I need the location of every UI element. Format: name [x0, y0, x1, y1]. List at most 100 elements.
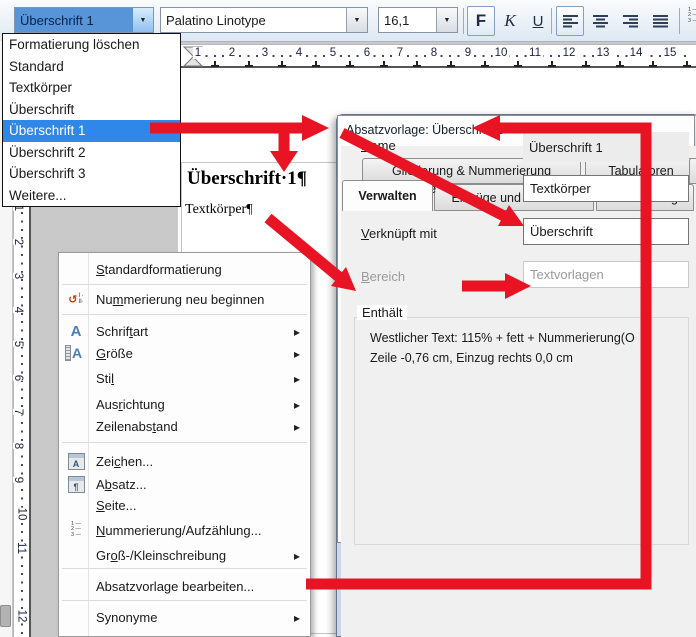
ruler-number: 3 — [260, 47, 270, 59]
tab-stop-marker[interactable] — [649, 60, 657, 67]
menu-separator — [62, 314, 307, 315]
ruler-number: 11 — [527, 47, 543, 59]
underline-button[interactable]: U — [524, 6, 552, 36]
document-body-text[interactable]: Textkörper¶ — [185, 202, 253, 218]
contains-description-line2: Zeile -0,76 cm, Einzug rechts 0,0 cm — [370, 351, 573, 365]
bereich-label: Bereich — [361, 269, 405, 284]
menu-item-synonyme[interactable]: Synonyme — [60, 606, 309, 628]
tab-stop-marker[interactable] — [278, 60, 286, 67]
tab-stop-marker[interactable] — [380, 60, 388, 67]
submenu-arrow-icon — [294, 324, 300, 339]
menu-item-gross-kleinschreibung[interactable]: Groß-/Kleinschreibung — [60, 544, 309, 566]
dialog-title[interactable]: Absatzvorlage: Überschrift 1 — [346, 123, 503, 137]
submenu-arrow-icon — [294, 346, 300, 361]
menu-item-nummerierung-neu-beginnen[interactable]: Nummerierung neu beginnen — [60, 288, 309, 310]
tab-stop-marker[interactable] — [481, 60, 489, 67]
ruler-number: 1 — [193, 47, 203, 59]
style-list-item[interactable]: Überschrift — [3, 99, 180, 121]
italic-button[interactable]: K — [496, 6, 524, 36]
menu-separator — [62, 568, 307, 569]
ruler-number: 6 — [11, 375, 25, 381]
name-field: Überschrift 1 — [523, 132, 689, 162]
numbering-bullets-icon — [65, 520, 87, 540]
menu-item-standardformatierung[interactable]: Standardformatierung — [60, 258, 309, 280]
character-dialog-icon — [65, 451, 87, 471]
align-right-button[interactable] — [616, 6, 644, 36]
style-list-item[interactable]: Überschrift 3 — [3, 163, 180, 185]
tab-verwalten-active[interactable]: Verwalten — [342, 180, 433, 211]
ruler-number: 12 — [561, 47, 578, 59]
verknuepft-mit-field[interactable]: Überschrift — [523, 218, 689, 245]
enthaelt-legend: Enthält — [357, 305, 407, 320]
toolbar-grip[interactable] — [0, 605, 11, 627]
font-size-combobox[interactable]: 16,1 — [378, 7, 458, 33]
style-list-item[interactable]: Formatierung löschen — [3, 34, 180, 56]
paragraph-style-dropdown-list: Formatierung löschen Standard Textkörper… — [2, 33, 181, 207]
name-value: Überschrift 1 — [529, 140, 603, 155]
style-dropdown-arrow-icon[interactable] — [132, 8, 153, 32]
tab-stop-marker[interactable] — [548, 60, 556, 67]
menu-item-ausrichtung[interactable]: Ausrichtung — [60, 393, 309, 415]
tab-stop-marker[interactable] — [245, 60, 253, 67]
font-size-icon — [65, 343, 87, 363]
ruler-number: 5 — [328, 47, 338, 59]
menu-item-nummerierung-aufzaehlung[interactable]: Nummerierung/Aufzählung... — [60, 519, 309, 541]
style-list-item-selected[interactable]: Überschrift 1 — [3, 120, 180, 142]
bereich-field: Textvorlagen — [523, 261, 689, 288]
ruler-number: 4 — [294, 47, 304, 59]
menu-item-zeichen[interactable]: Zeichen... — [60, 450, 309, 472]
name-label: Name — [361, 138, 396, 153]
ruler-number: 14 — [628, 47, 645, 59]
tab-stop-marker[interactable] — [312, 60, 320, 67]
horizontal-ruler[interactable]: 1 2 3 4 5 6 7 8 9 10 11 12 13 14 15 — [181, 44, 696, 68]
menu-item-groesse[interactable]: Größe — [60, 342, 309, 364]
paragraph-style-combobox[interactable]: Überschrift 1 — [14, 7, 154, 33]
font-dropdown-arrow-icon[interactable] — [346, 8, 367, 32]
paragraph-dialog-icon — [65, 474, 87, 494]
menu-separator — [62, 442, 307, 443]
folgevorlage-field[interactable]: Textkörper — [523, 175, 689, 202]
ruler-number: 15 — [662, 47, 679, 59]
style-list-item[interactable]: Weitere... — [3, 185, 180, 207]
bereich-value: Textvorlagen — [530, 267, 604, 282]
menu-item-seite[interactable]: Seite... — [60, 494, 309, 516]
align-right-icon — [622, 14, 639, 28]
bold-button[interactable]: F — [467, 6, 495, 36]
tab-stop-marker[interactable] — [413, 60, 421, 67]
ruler-number: 7 — [395, 47, 405, 59]
font-name-combobox[interactable]: Palatino Linotype — [160, 7, 368, 33]
tab-stop-marker[interactable] — [683, 60, 691, 67]
tab-stop-marker[interactable] — [582, 60, 590, 67]
align-center-button[interactable] — [586, 6, 614, 36]
menu-separator — [62, 600, 307, 601]
app-window: Überschrift 1 Palatino Linotype 16,1 F K… — [0, 0, 696, 637]
menu-item-schriftart[interactable]: Schriftart — [60, 320, 309, 342]
align-center-icon — [592, 14, 609, 28]
ruler-number: 5 — [11, 341, 25, 347]
ruler-number: 8 — [429, 47, 439, 59]
tab-clipped[interactable] — [689, 158, 696, 184]
numbered-list-button[interactable] — [683, 6, 696, 26]
menu-item-zeilenabstand[interactable]: Zeilenabstand — [60, 415, 309, 437]
folgevorlage-value: Textkörper — [530, 181, 591, 196]
tab-stop-marker[interactable] — [447, 60, 455, 67]
tab-stop-marker[interactable] — [346, 60, 354, 67]
tab-stop-marker[interactable] — [211, 60, 219, 67]
menu-item-absatzvorlage-bearbeiten[interactable]: Absatzvorlage bearbeiten... — [60, 575, 309, 597]
tab-stop-marker[interactable] — [616, 60, 624, 67]
size-dropdown-arrow-icon[interactable] — [436, 8, 457, 32]
ruler-number: 10 — [14, 508, 28, 521]
style-list-item[interactable]: Standard — [3, 56, 180, 78]
submenu-arrow-icon — [294, 419, 300, 434]
align-left-button[interactable] — [556, 6, 584, 36]
tab-stop-marker[interactable] — [514, 60, 522, 67]
menu-item-absatz[interactable]: Absatz... — [60, 473, 309, 495]
style-list-item[interactable]: Textkörper — [3, 77, 180, 99]
document-heading-text[interactable]: Überschrift·1¶ — [187, 168, 307, 190]
style-list-item[interactable]: Überschrift 2 — [3, 142, 180, 164]
justify-button[interactable] — [646, 6, 674, 36]
toolbar-separator — [551, 8, 552, 34]
menu-item-stil[interactable]: Stil — [60, 367, 309, 389]
ruler-number: 8 — [11, 443, 25, 449]
restart-numbering-icon — [65, 289, 87, 309]
